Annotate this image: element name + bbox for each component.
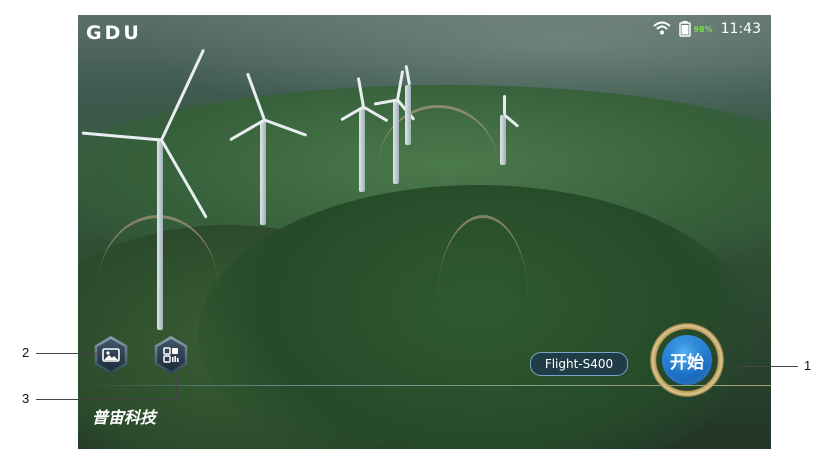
callout-1: 1 <box>804 358 812 373</box>
callout-3: 3 <box>22 391 30 406</box>
status-bar: 98% 11:43 <box>653 19 761 39</box>
image-icon <box>102 348 120 362</box>
battery-icon: 98% <box>679 21 713 37</box>
qr-code-icon <box>163 347 179 363</box>
callout-1-leader <box>738 366 798 367</box>
mountain-road <box>438 215 528 378</box>
start-button[interactable]: 开始 <box>662 335 712 385</box>
battery-percent: 98% <box>693 24 713 34</box>
brand-text: 普宙科技 <box>92 408 157 427</box>
wifi-icon <box>653 20 672 39</box>
qr-code-button[interactable] <box>152 336 190 374</box>
gallery-button[interactable] <box>92 336 130 374</box>
app-screen: GDU 98% 11:43 普宙科技 Flight-S400 开始 <box>78 15 771 449</box>
callout-3-leader-vertical <box>176 374 177 400</box>
callout-2: 2 <box>22 345 30 360</box>
clock: 11:43 <box>720 21 761 37</box>
callout-2-leader <box>36 353 100 354</box>
device-selector[interactable]: Flight-S400 <box>530 352 628 376</box>
gdu-logo: GDU <box>86 22 142 44</box>
callout-3-leader <box>36 399 176 400</box>
